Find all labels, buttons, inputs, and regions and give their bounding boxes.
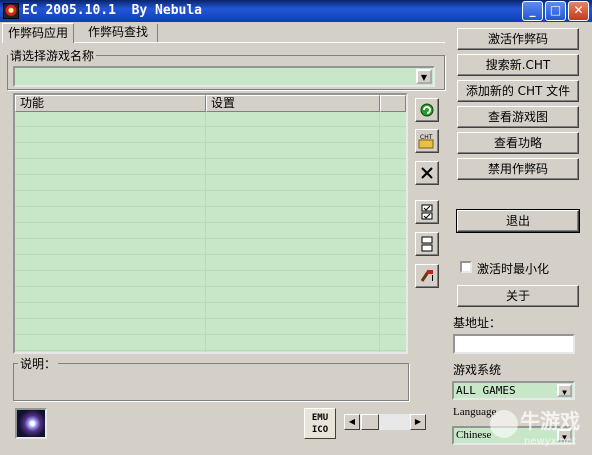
emu-ico-button[interactable]: EMU ICO xyxy=(304,408,336,439)
delete-icon[interactable] xyxy=(415,161,439,185)
edit-icon[interactable] xyxy=(415,264,439,288)
check-all-icon[interactable] xyxy=(415,200,439,224)
view-guide-button[interactable]: 查看功略 xyxy=(457,132,579,154)
game-select-label: 请选择游戏名称 xyxy=(8,47,97,64)
watermark-logo: 牛游戏 newyx.net xyxy=(484,402,590,452)
cheat-list[interactable]: 功能 设置 xyxy=(13,93,408,354)
watermark-text: 牛游戏 xyxy=(520,409,580,433)
chevron-down-icon[interactable]: ▼ xyxy=(557,384,572,397)
minimize-on-activate-label: 激活时最小化 xyxy=(477,262,550,276)
app-icon xyxy=(3,3,19,19)
chevron-down-icon[interactable]: ▼ xyxy=(416,69,432,84)
scroll-right-icon[interactable]: ▶ xyxy=(410,414,426,430)
emu-ico-line2: ICO xyxy=(311,425,329,435)
scroll-thumb[interactable] xyxy=(361,414,379,430)
column-header-setting[interactable]: 设置 xyxy=(206,95,380,112)
tab-cheat-search[interactable]: 作弊码查找 xyxy=(80,23,156,43)
open-cht-icon[interactable]: CHT xyxy=(415,129,439,153)
game-system-label: 游戏系统 xyxy=(453,363,502,377)
search-cht-button[interactable]: 搜索新.CHT xyxy=(457,54,579,76)
base-address-input[interactable] xyxy=(453,334,575,354)
game-select-combo[interactable]: ▼ xyxy=(13,66,435,87)
minimize-button[interactable]: _ xyxy=(522,1,543,21)
description-label: 说明： xyxy=(18,355,59,372)
disable-cheat-button[interactable]: 禁用作弊码 xyxy=(457,158,579,180)
title-bar[interactable]: EC 2005.10.1 By Nebula _ □ ✕ xyxy=(0,0,592,22)
view-game-map-button[interactable]: 查看游戏图 xyxy=(457,106,579,128)
base-address-label: 基地址： xyxy=(453,316,502,330)
window-title: EC 2005.10.1 By Nebula xyxy=(22,3,203,18)
horizontal-scrollbar[interactable]: ◀ ▶ xyxy=(343,413,427,431)
exit-button[interactable]: 退出 xyxy=(456,209,580,233)
scroll-left-icon[interactable]: ◀ xyxy=(344,414,360,430)
minimize-on-activate-checkbox[interactable] xyxy=(460,261,472,273)
tab-cheat-apply[interactable]: 作弊码应用 xyxy=(2,23,74,43)
watermark-url: newyx.net xyxy=(524,436,576,447)
activate-cheat-button[interactable]: 激活作弊码 xyxy=(457,28,579,50)
refresh-icon[interactable] xyxy=(415,98,439,122)
emu-ico-line1: EMU xyxy=(311,413,329,423)
cht-icon-label: CHT xyxy=(420,134,433,141)
maximize-button[interactable]: □ xyxy=(545,1,566,21)
uncheck-all-icon[interactable] xyxy=(415,232,439,256)
game-system-value: ALL GAMES xyxy=(456,384,516,397)
game-thumbnail xyxy=(15,408,47,439)
game-system-select[interactable]: ALL GAMES ▼ xyxy=(452,381,575,400)
close-button[interactable]: ✕ xyxy=(568,1,589,21)
column-header-function[interactable]: 功能 xyxy=(15,95,206,112)
add-cht-file-button[interactable]: 添加新的 CHT 文件 xyxy=(457,80,579,102)
about-button[interactable]: 关于 xyxy=(457,285,579,307)
